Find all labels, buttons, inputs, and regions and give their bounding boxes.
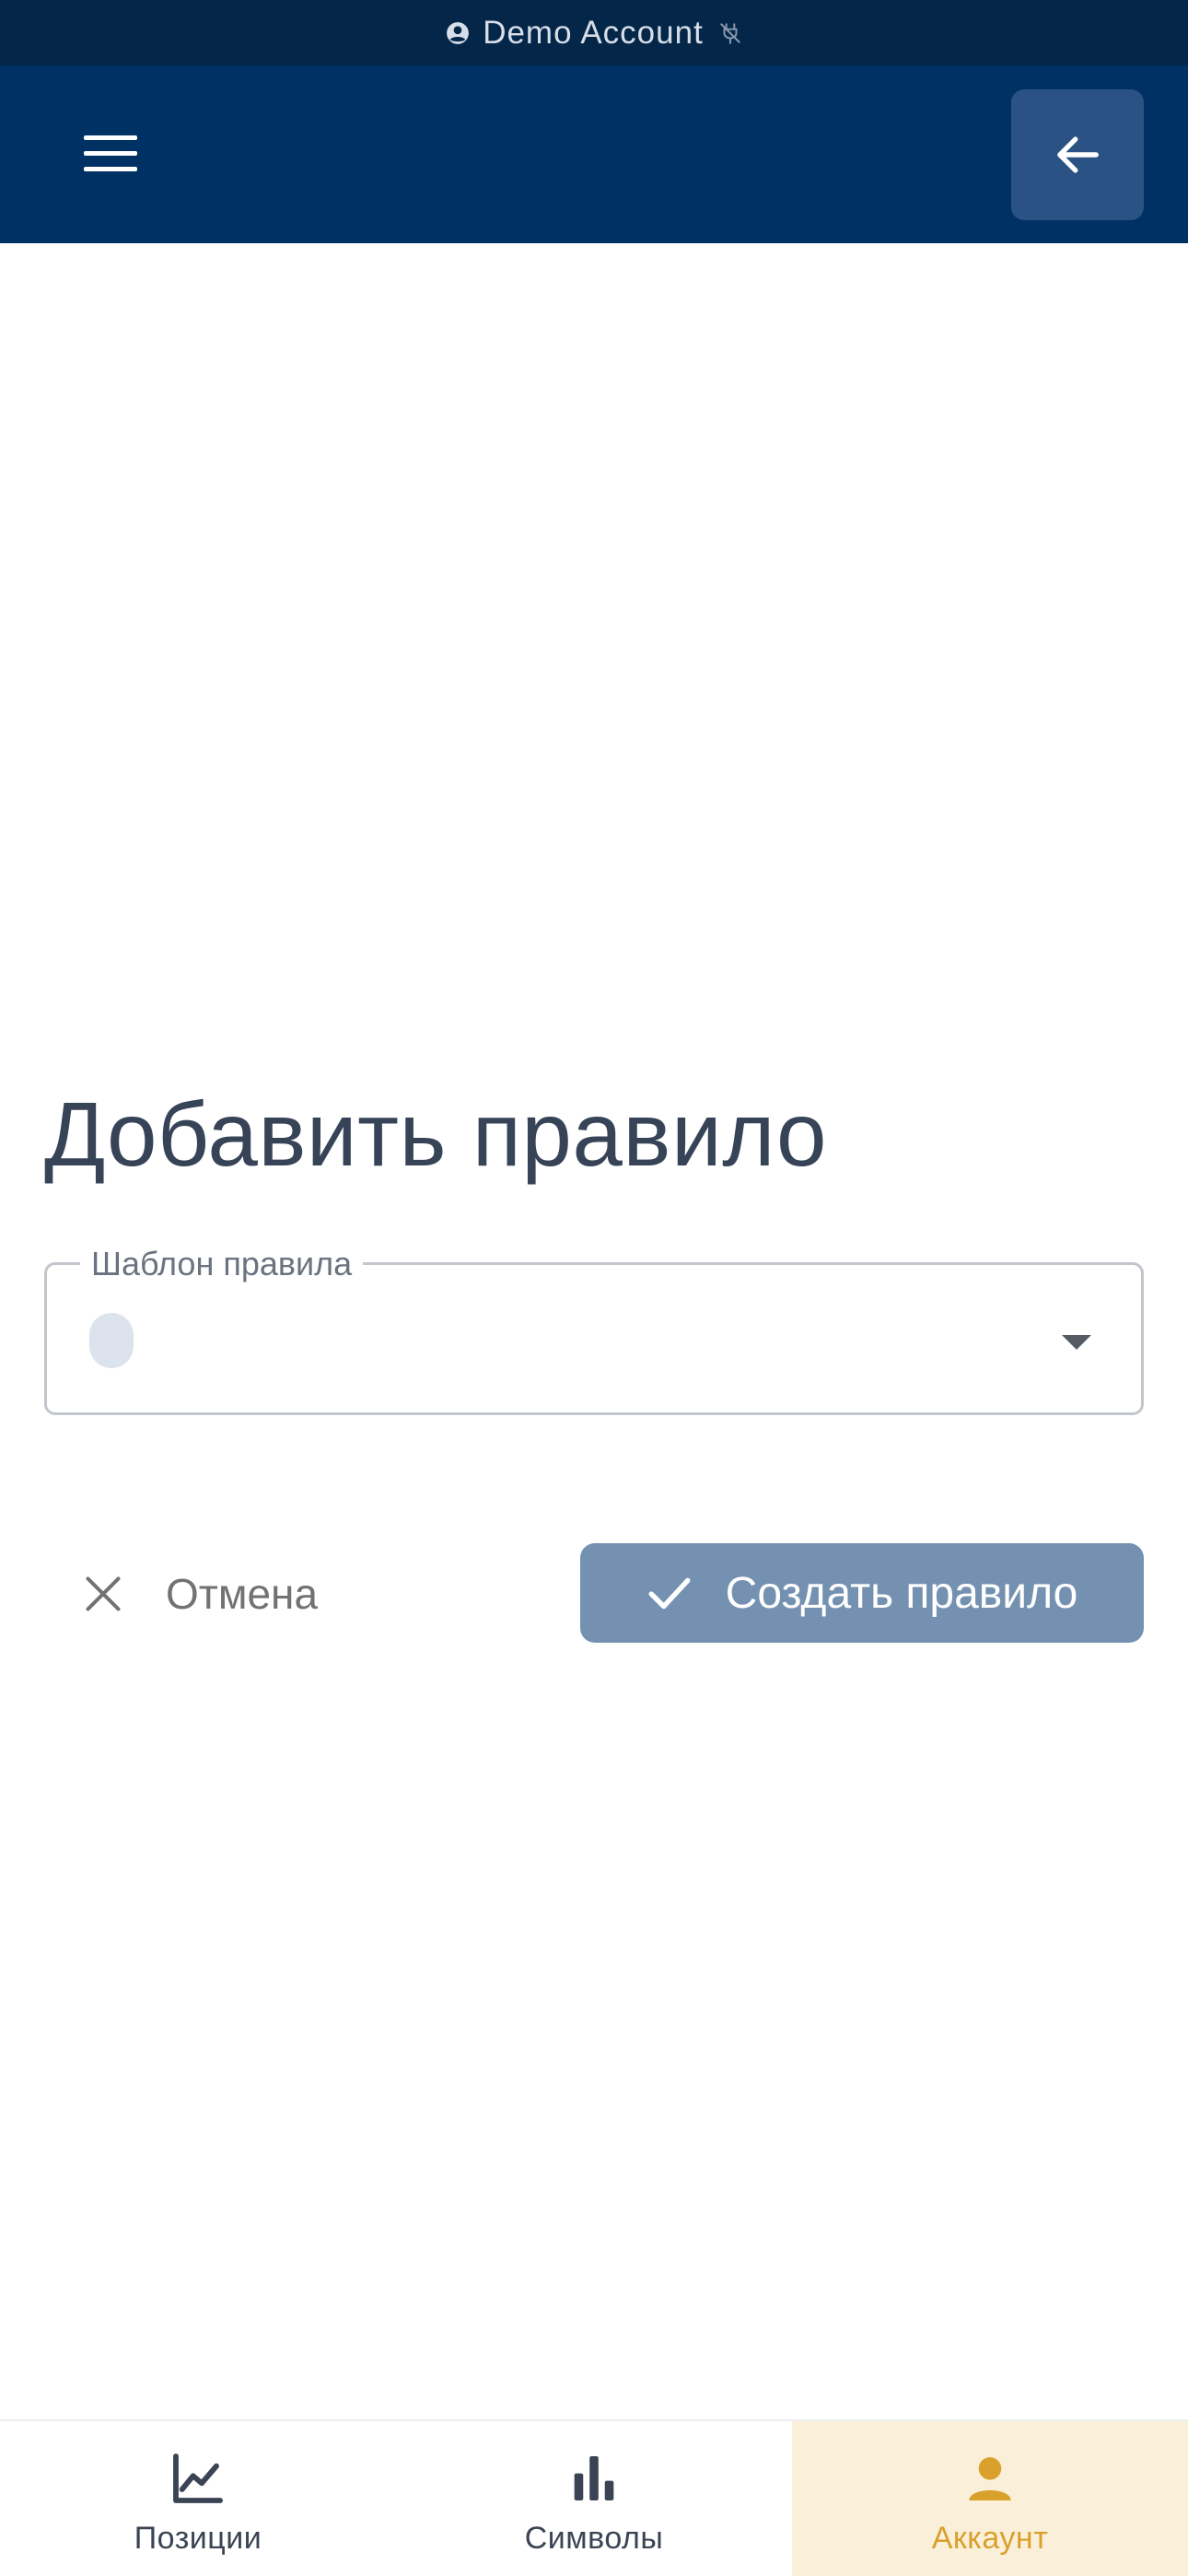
disconnected-icon <box>720 22 740 44</box>
rule-template-label: Шаблон правила <box>80 1245 364 1283</box>
nav-item-label: Символы <box>524 2521 664 2556</box>
nav-item-account[interactable]: Аккаунт <box>792 2421 1188 2576</box>
nav-item-symbols[interactable]: Символы <box>396 2421 792 2576</box>
line-chart-icon <box>173 2453 223 2503</box>
cancel-button[interactable]: Отмена <box>83 1557 318 1631</box>
page: Demo Account Добавить правило Шаблон пра… <box>0 0 1188 2576</box>
account-label: Demo Account <box>483 14 704 51</box>
page-title: Добавить правило <box>44 1083 827 1185</box>
nav-item-label: Позиции <box>134 2521 262 2556</box>
nav-item-positions[interactable]: Позиции <box>0 2421 396 2576</box>
create-rule-button-label: Создать правило <box>725 1568 1078 1618</box>
person-icon <box>969 2457 1011 2500</box>
rule-template-select[interactable]: Шаблон правила <box>44 1245 1144 1415</box>
check-icon <box>648 1577 691 1610</box>
select-value-placeholder <box>89 1313 134 1368</box>
caret-down-icon <box>1060 1326 1093 1359</box>
create-rule-button[interactable]: Создать правило <box>580 1543 1144 1643</box>
nav-item-label: Аккаунт <box>931 2521 1049 2556</box>
arrow-left-icon <box>1057 136 1099 173</box>
close-icon <box>86 1576 121 1611</box>
bottom-nav: Позиции Символы Аккаунт <box>0 2419 1188 2576</box>
back-button[interactable] <box>1011 89 1144 220</box>
menu-button[interactable] <box>76 126 146 181</box>
status-bar: Demo Account <box>0 0 1188 65</box>
bar-chart-icon <box>574 2456 614 2500</box>
app-bar <box>0 65 1188 243</box>
cancel-button-label: Отмена <box>166 1570 319 1618</box>
account-circle-icon <box>447 21 470 44</box>
hamburger-menu-icon <box>84 135 137 171</box>
